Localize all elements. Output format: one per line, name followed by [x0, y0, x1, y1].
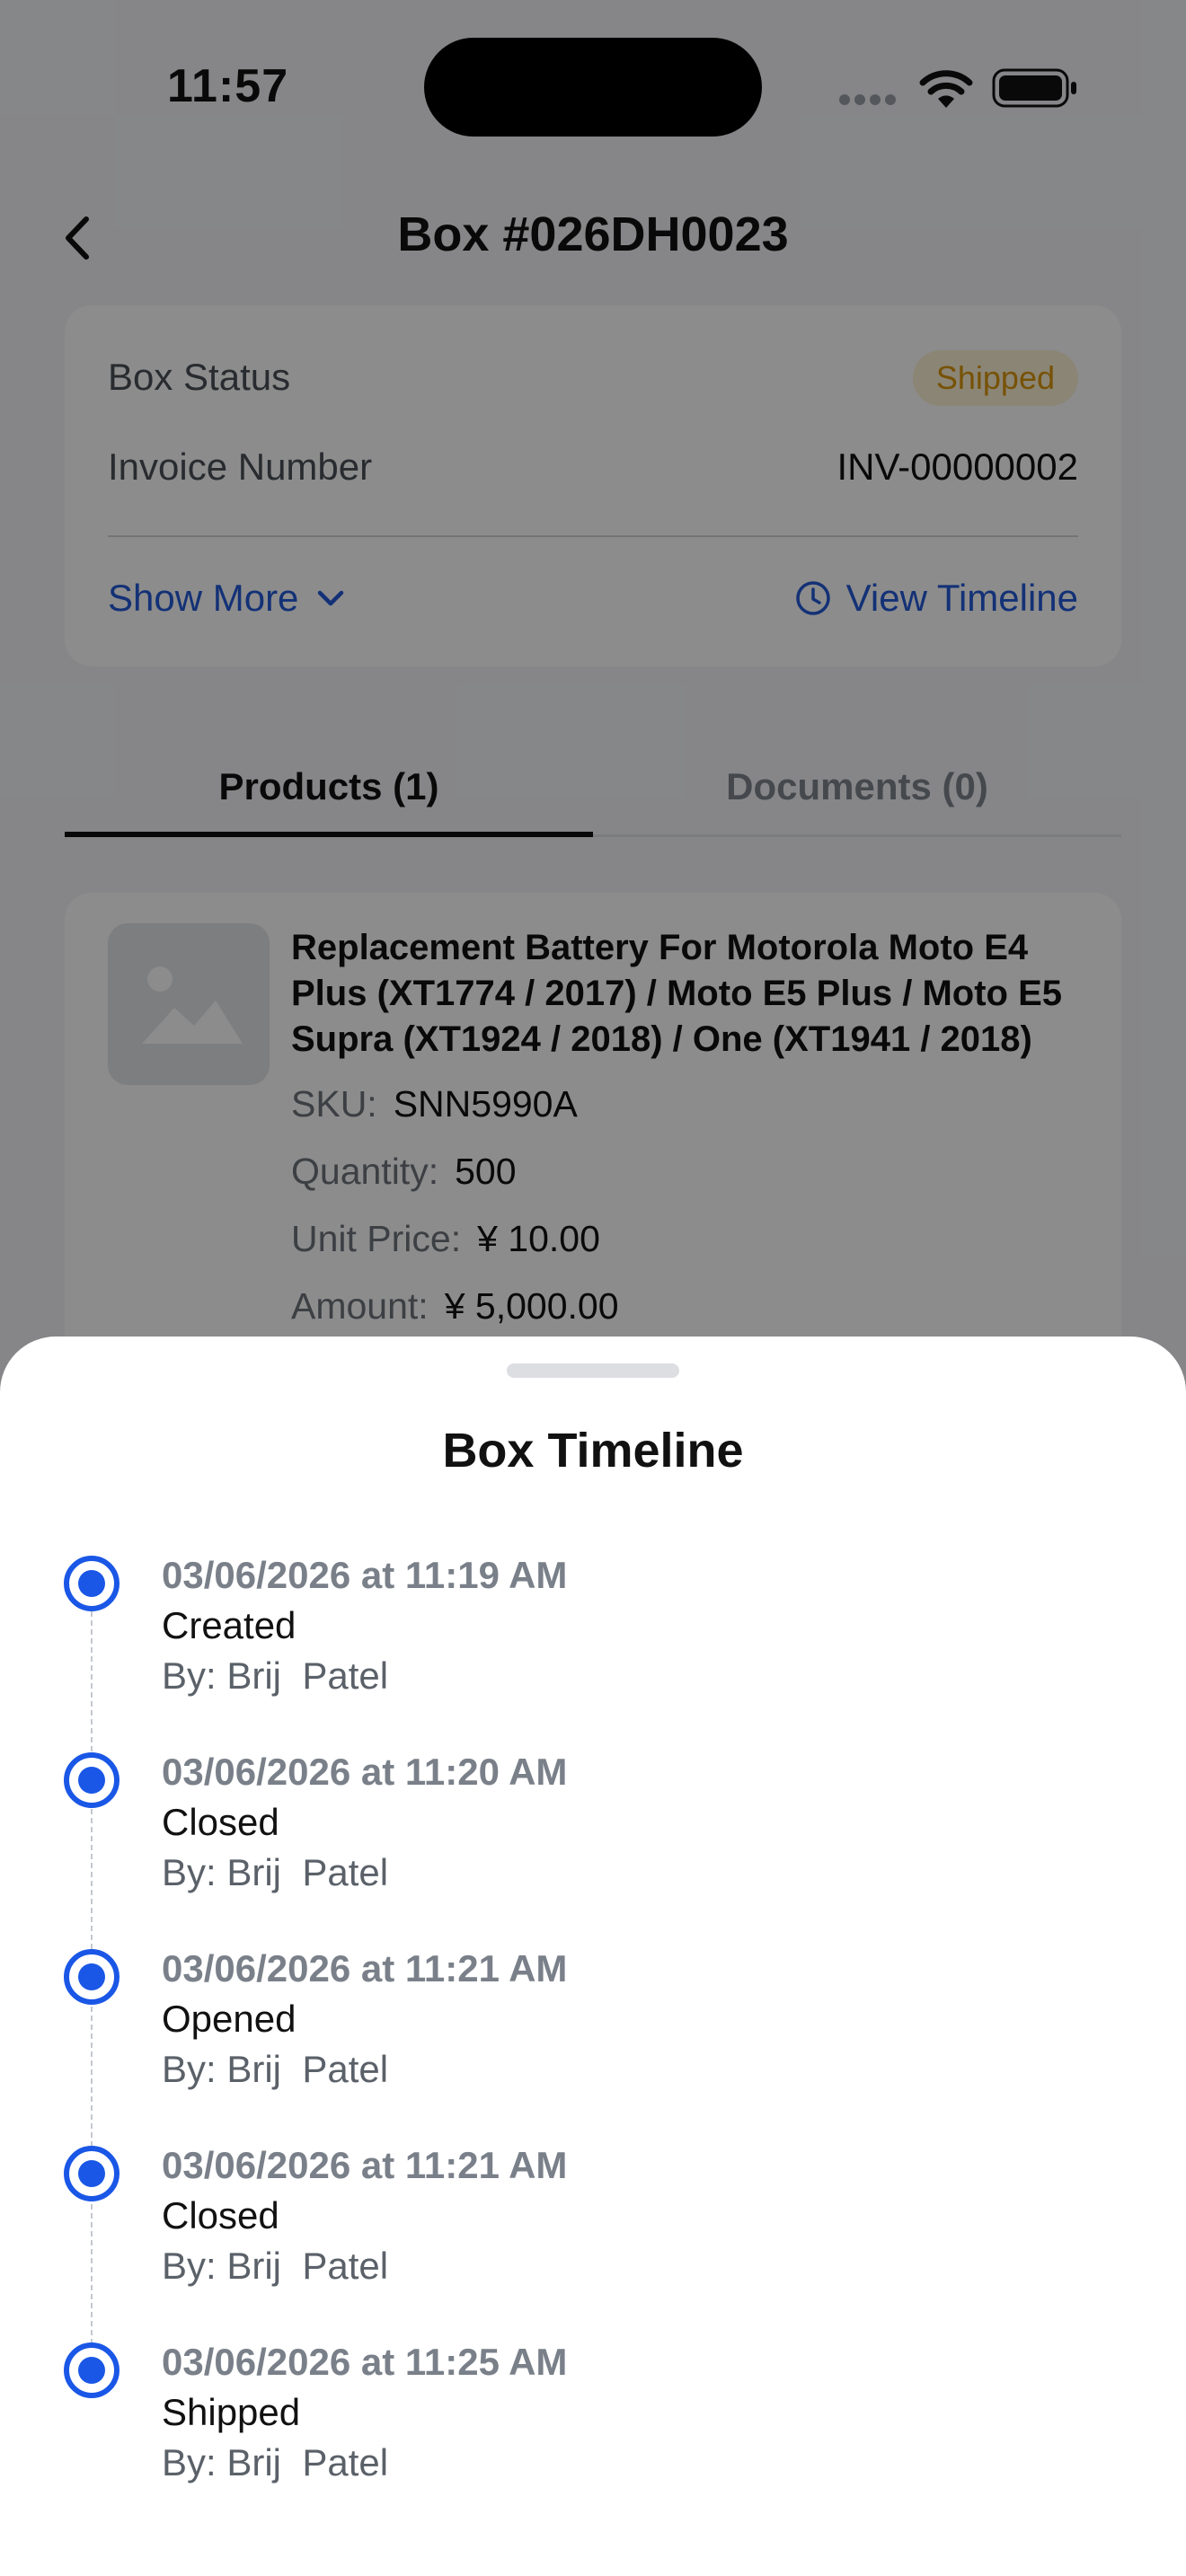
timeline-event: Created [162, 1604, 296, 1646]
sheet-grabber-handle[interactable] [507, 1363, 679, 1378]
timeline-item: 03/06/2026 at 11:20 AM Closed By: Brij P… [0, 1738, 1186, 1935]
timeline-dot-icon [64, 2342, 119, 2398]
timeline-date: 03/06/2026 at 11:21 AM [162, 1947, 568, 1989]
timeline-date: 03/06/2026 at 11:20 AM [162, 1751, 568, 1793]
timeline-event: Shipped [162, 2391, 301, 2433]
timeline-event: Opened [162, 1998, 296, 2040]
timeline-user: By: Brij Patel [162, 2441, 389, 2483]
sheet-title: Box Timeline [442, 1424, 744, 1478]
timeline-item: 03/06/2026 at 11:25 AM Shipped By: Brij … [0, 2328, 1186, 2525]
box-timeline-sheet: Box Timeline 03/06/2026 at 11:19 AM Crea… [0, 1337, 1186, 2576]
timeline-event: Closed [162, 1801, 279, 1843]
timeline-dot-icon [64, 2146, 119, 2201]
timeline-user: By: Brij Patel [162, 1654, 389, 1697]
timeline-user: By: Brij Patel [162, 1851, 389, 1893]
timeline-item: 03/06/2026 at 11:21 AM Closed By: Brij P… [0, 2131, 1186, 2328]
timeline-date: 03/06/2026 at 11:21 AM [162, 2144, 568, 2186]
timeline-date: 03/06/2026 at 11:19 AM [162, 1554, 568, 1596]
timeline-dot-icon [64, 1752, 119, 1808]
timeline-event: Closed [162, 2194, 279, 2236]
timeline-dot-icon [64, 1949, 119, 2005]
timeline-user: By: Brij Patel [162, 2245, 389, 2287]
timeline-item: 03/06/2026 at 11:19 AM Created By: Brij … [0, 1541, 1186, 1738]
timeline-item: 03/06/2026 at 11:21 AM Opened By: Brij P… [0, 1935, 1186, 2131]
timeline-user: By: Brij Patel [162, 2048, 389, 2090]
box-detail-screen: 11:57 Box #026DH0023 Box Status Shipped … [0, 0, 1186, 2576]
timeline-dot-icon [64, 1556, 119, 1611]
timeline-date: 03/06/2026 at 11:25 AM [162, 2341, 568, 2383]
